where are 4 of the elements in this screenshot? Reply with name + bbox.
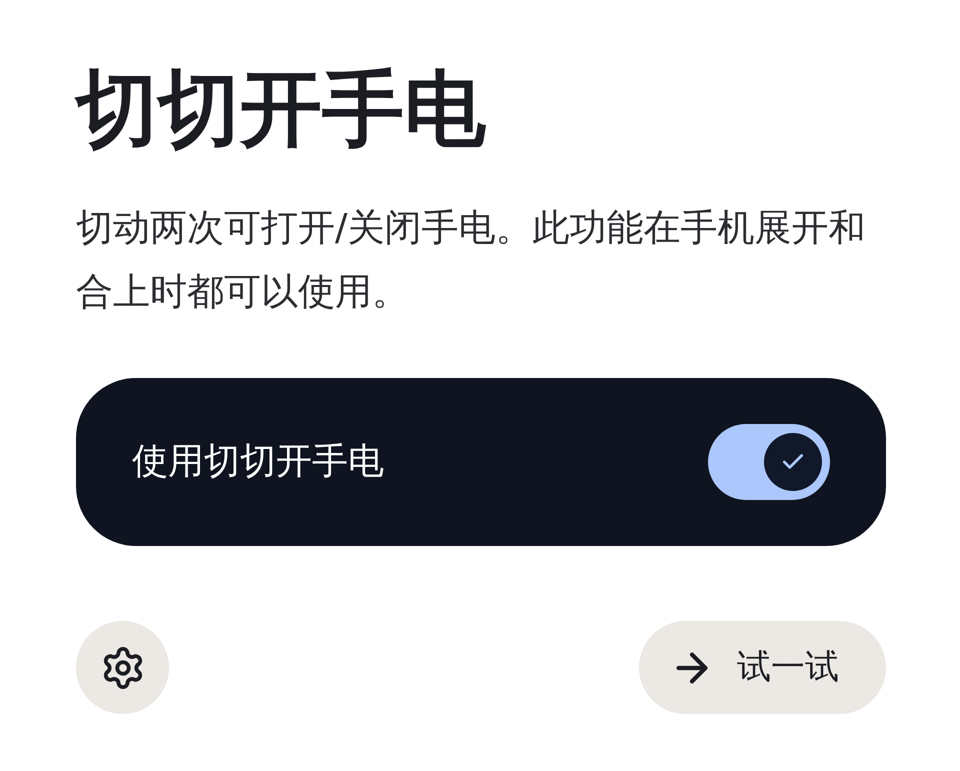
try-button[interactable]: 试一试	[639, 621, 886, 714]
toggle-label: 使用切切开手电	[132, 440, 384, 484]
description-text: 切动两次可打开/关闭手电。此功能在手机展开和合上时都可以使用。	[76, 205, 866, 315]
page-title: 切切开手电	[76, 62, 486, 158]
